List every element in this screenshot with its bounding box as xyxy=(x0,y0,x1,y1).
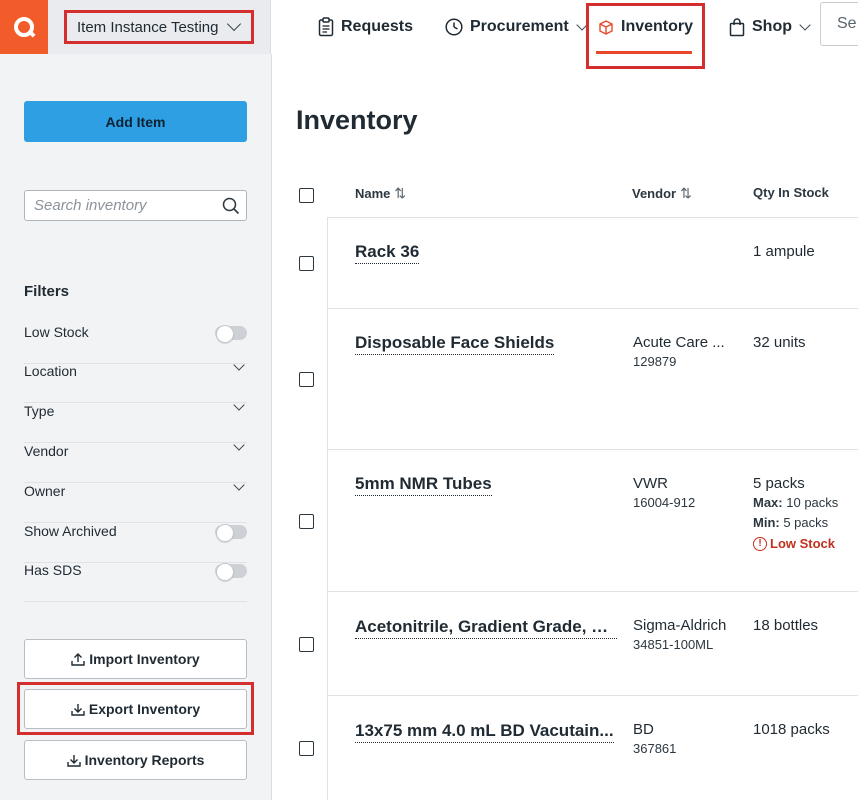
low-stock-toggle[interactable] xyxy=(215,325,247,343)
item-catalog-number: 34851-100ML xyxy=(633,637,714,652)
export-highlight-box xyxy=(17,682,254,735)
item-vendor: Acute Care ... xyxy=(633,334,725,351)
logo-q-icon xyxy=(14,17,34,37)
global-search-placeholder: Se xyxy=(837,15,857,32)
chevron-down-icon xyxy=(799,19,811,31)
filter-vendor[interactable]: Vendor xyxy=(24,439,247,483)
table-row[interactable]: Acetonitrile, Gradient Grade, Li... Sigm… xyxy=(327,592,858,696)
clock-icon xyxy=(445,18,463,36)
item-qty: 32 units xyxy=(753,334,806,351)
filter-label: Type xyxy=(24,403,55,419)
column-header-vendor[interactable]: Vendor ⇅ xyxy=(632,185,692,202)
add-item-label: Add Item xyxy=(105,113,166,130)
nav-shop-label: Shop xyxy=(752,18,792,35)
filter-label: Vendor xyxy=(24,443,69,459)
min-value: 5 packs xyxy=(783,515,829,530)
sidebar: Add Item Search inventory Filters Low St… xyxy=(0,54,272,800)
main-content: Inventory Name ⇅ Vendor ⇅ Qty In Stock R… xyxy=(272,54,858,800)
column-qty-label: Qty In Stock xyxy=(753,185,829,200)
nav-shop[interactable]: Shop xyxy=(729,0,811,54)
inventory-search-placeholder: Search inventory xyxy=(34,197,147,214)
item-vendor: VWR xyxy=(633,475,668,492)
select-all-checkbox[interactable] xyxy=(299,188,314,203)
search-icon[interactable] xyxy=(222,197,240,215)
table-row[interactable]: Disposable Face Shields Acute Care ... 1… xyxy=(327,309,858,450)
item-name-link[interactable]: 5mm NMR Tubes xyxy=(355,474,492,496)
nav-requests[interactable]: Requests xyxy=(318,0,413,54)
page-title: Inventory xyxy=(296,105,418,135)
item-qty: 5 packs xyxy=(753,475,805,492)
item-qty: 1 ampule xyxy=(753,243,815,260)
column-name-label: Name xyxy=(355,186,391,201)
table-row[interactable]: 5mm NMR Tubes VWR 16004-912 5 packs Max:… xyxy=(327,450,858,592)
org-name: Item Instance Testing xyxy=(77,18,219,36)
warning-icon: ! xyxy=(753,536,767,551)
item-max: Max: 10 packs xyxy=(753,495,838,510)
item-catalog-number: 367861 xyxy=(633,741,677,756)
item-vendor: BD xyxy=(633,721,654,738)
item-catalog-number: 16004-912 xyxy=(633,495,696,510)
item-min: Min: 5 packs xyxy=(753,515,828,530)
min-label: Min: xyxy=(753,515,780,530)
download-icon xyxy=(66,755,81,767)
row-checkbox[interactable] xyxy=(299,256,314,271)
inventory-reports-button[interactable]: Inventory Reports xyxy=(24,740,247,780)
low-stock-badge: ! Low Stock xyxy=(753,536,835,551)
column-vendor-label: Vendor xyxy=(632,186,677,201)
inventory-reports-label: Inventory Reports xyxy=(84,752,205,768)
has-sds-toggle[interactable] xyxy=(215,563,247,581)
filter-label: Low Stock xyxy=(24,324,89,340)
clipboard-icon xyxy=(318,17,334,37)
nav-procurement-label: Procurement xyxy=(470,18,569,35)
row-checkbox[interactable] xyxy=(299,514,314,529)
sort-icon[interactable]: ⇅ xyxy=(680,185,692,202)
row-checkbox[interactable] xyxy=(299,372,314,387)
top-bar: Item Instance Testing Requests Procureme… xyxy=(0,0,858,69)
add-item-button[interactable]: Add Item xyxy=(24,101,247,142)
filter-low-stock[interactable]: Low Stock xyxy=(24,324,247,364)
nav-requests-label: Requests xyxy=(341,18,414,35)
item-qty: 18 bottles xyxy=(753,617,819,634)
global-search-input[interactable]: Se xyxy=(820,2,858,46)
item-catalog-number: 129879 xyxy=(633,354,677,369)
filter-label: Show Archived xyxy=(24,523,117,539)
item-name-link[interactable]: Disposable Face Shields xyxy=(355,333,555,355)
filter-show-archived[interactable]: Show Archived xyxy=(24,523,247,563)
table-row[interactable]: 13x75 mm 4.0 mL BD Vacutain... BD 367861… xyxy=(327,696,858,800)
filter-has-sds[interactable]: Has SDS xyxy=(24,562,247,602)
app-logo[interactable] xyxy=(0,0,48,54)
show-archived-toggle[interactable] xyxy=(215,524,247,542)
chevron-down-icon xyxy=(226,16,242,32)
item-name-link[interactable]: 13x75 mm 4.0 mL BD Vacutain... xyxy=(355,721,614,743)
filter-label: Has SDS xyxy=(24,562,82,578)
sort-icon[interactable]: ⇅ xyxy=(394,185,406,202)
row-checkbox[interactable] xyxy=(299,637,314,652)
table-row[interactable]: Rack 36 1 ampule xyxy=(327,218,858,309)
shopping-bag-icon xyxy=(729,17,745,36)
upload-icon xyxy=(71,653,85,666)
nav-procurement[interactable]: Procurement xyxy=(445,0,588,54)
filter-label: Location xyxy=(24,363,77,379)
max-label: Max: xyxy=(753,495,783,510)
max-value: 10 packs xyxy=(786,495,839,510)
import-inventory-button[interactable]: Import Inventory xyxy=(24,639,247,679)
inventory-search-input[interactable]: Search inventory xyxy=(24,190,247,221)
filter-location[interactable]: Location xyxy=(24,359,247,403)
filter-label: Owner xyxy=(24,483,66,499)
org-selector[interactable]: Item Instance Testing xyxy=(64,10,254,44)
item-vendor: Sigma-Aldrich xyxy=(633,617,727,634)
low-stock-label: Low Stock xyxy=(770,536,836,551)
item-name-link[interactable]: Acetonitrile, Gradient Grade, Li... xyxy=(355,617,617,639)
filter-type[interactable]: Type xyxy=(24,399,247,443)
item-qty: 1018 packs xyxy=(753,721,830,738)
column-header-name[interactable]: Name ⇅ xyxy=(355,185,406,202)
row-checkbox[interactable] xyxy=(299,741,314,756)
org-area: Item Instance Testing xyxy=(48,0,271,54)
item-name-link[interactable]: Rack 36 xyxy=(355,242,420,264)
filters-title: Filters xyxy=(24,283,70,300)
import-inventory-label: Import Inventory xyxy=(89,651,200,667)
column-header-qty: Qty In Stock xyxy=(753,185,829,200)
filter-owner[interactable]: Owner xyxy=(24,479,247,523)
